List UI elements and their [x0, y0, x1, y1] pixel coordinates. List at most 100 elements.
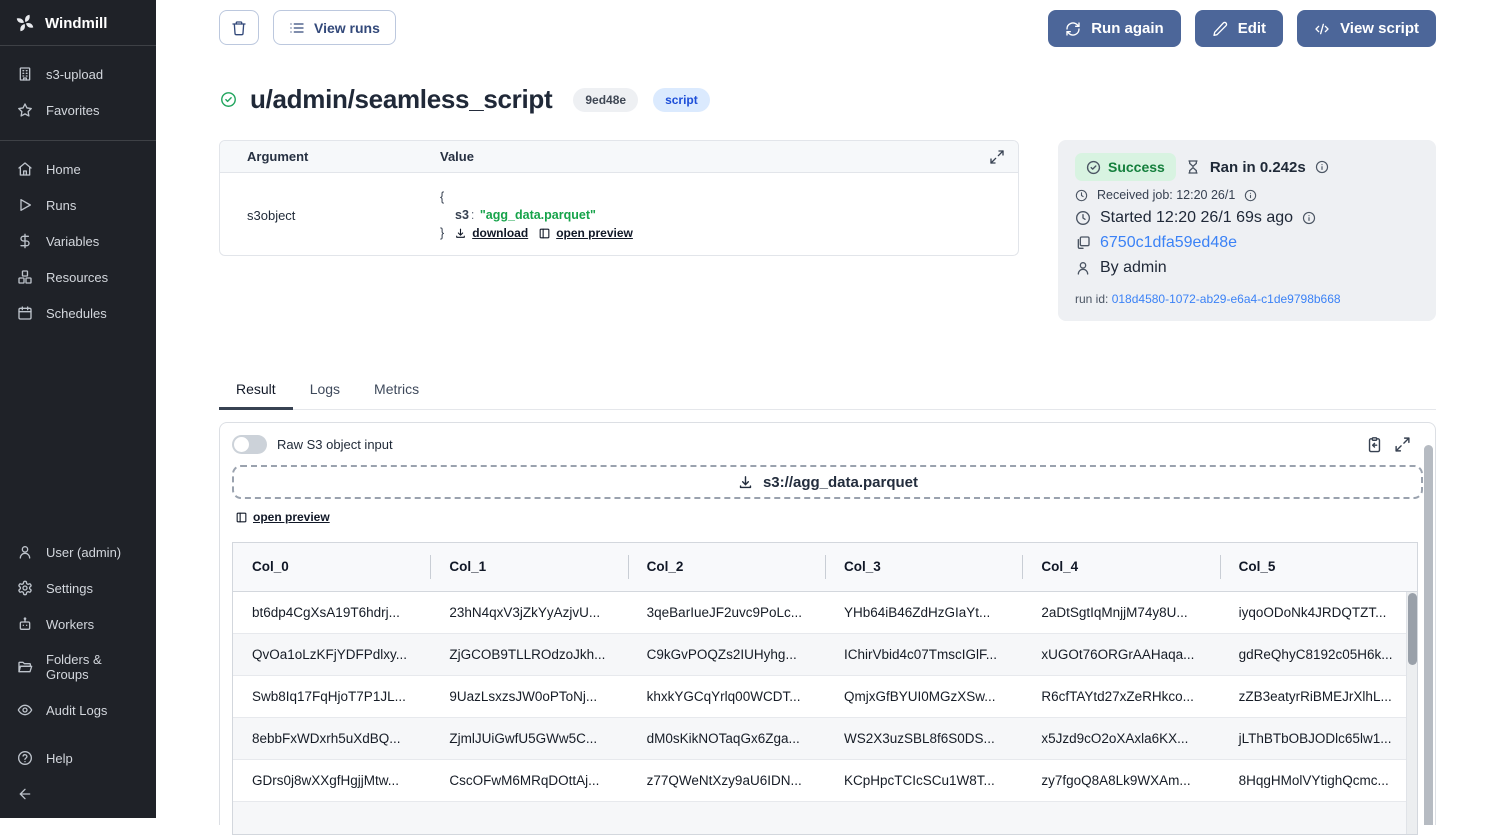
clock-icon	[1075, 189, 1088, 202]
sidebar-item-favorites[interactable]: Favorites	[0, 92, 156, 128]
worker-id-link[interactable]: 6750c1dfa59ed48e	[1100, 234, 1237, 252]
sidebar-item-label: User (admin)	[46, 545, 121, 560]
sidebar-item-label: Favorites	[46, 103, 99, 118]
trash-icon	[231, 20, 247, 36]
column-header[interactable]: Col_0	[233, 559, 430, 574]
table-row: GDrs0j8wXXgfHgjjMtw... CscOFwM6MRqDOttAj…	[233, 760, 1417, 802]
status-label: Success	[1108, 159, 1165, 175]
delete-run-button[interactable]	[219, 10, 259, 45]
star-icon	[17, 102, 33, 118]
copy-result-icon[interactable]	[1366, 436, 1383, 453]
column-header[interactable]: Col_2	[628, 559, 825, 574]
raw-s3-toggle[interactable]	[232, 435, 267, 454]
table-cell: QvOa1oLzKFjYDFPdlxy...	[233, 647, 430, 662]
table-cell: CscOFwM6MRqDOttAj...	[430, 773, 627, 788]
info-icon[interactable]	[1315, 160, 1329, 174]
expand-result-icon[interactable]	[1394, 436, 1411, 453]
expand-arguments-button[interactable]	[989, 149, 1018, 165]
sidebar-item-variables[interactable]: Variables	[0, 223, 156, 259]
view-script-button[interactable]: View script	[1297, 10, 1436, 47]
run-id-line: run id: 018d4580-1072-ab29-e6a4-c1de9798…	[1075, 292, 1419, 306]
sidebar-item-help[interactable]: Help	[0, 740, 156, 776]
sidebar-item-folders-groups[interactable]: Folders & Groups	[0, 642, 156, 692]
tab-logs[interactable]: Logs	[293, 372, 357, 410]
table-row: QvOa1oLzKFjYDFPdlxy... ZjGCOB9TLLROdzoJk…	[233, 634, 1417, 676]
info-icon[interactable]	[1302, 211, 1316, 225]
dollar-icon	[17, 233, 33, 249]
run-info-panel: Success Ran in 0.242s	[1058, 140, 1436, 321]
hourglass-icon	[1185, 159, 1201, 175]
table-cell: 9UazLsxzsJW0oPToNj...	[430, 689, 627, 704]
sidebar-item-label: Workers	[46, 617, 94, 632]
sidebar-item-label: Variables	[46, 234, 99, 249]
sidebar-item-label: Home	[46, 162, 81, 177]
table-cell: ZjmlJUiGwfU5GWw5C...	[430, 731, 627, 746]
column-header[interactable]: Col_4	[1022, 559, 1219, 574]
column-header[interactable]: Col_5	[1220, 559, 1417, 574]
sidebar-item-label: Resources	[46, 270, 108, 285]
run-again-button[interactable]: Run again	[1048, 10, 1181, 47]
table-row: Swb8Iq17FqHjoT7P1JL... 9UazLsxzsJW0oPToN…	[233, 676, 1417, 718]
table-cell: jLThBTbOBJODlc65lw1...	[1220, 731, 1417, 746]
sidebar-item-label: Schedules	[46, 306, 107, 321]
user-icon	[1075, 260, 1091, 276]
tab-metrics[interactable]: Metrics	[357, 372, 436, 410]
result-panel-scrollbar[interactable]	[1424, 445, 1433, 825]
table-scrollbar-track[interactable]	[1406, 592, 1417, 834]
table-cell: KCpHpcTCIcSCu1W8T...	[825, 773, 1022, 788]
sidebar-item-label: Audit Logs	[46, 703, 107, 718]
sidebar-item-user[interactable]: User (admin)	[0, 534, 156, 570]
sidebar-main-group: Home Runs Variables Res	[0, 140, 156, 343]
main-content: View runs Run again Edit	[156, 0, 1493, 825]
table-cell: iyqoODoNk4JRDQTZT...	[1220, 605, 1417, 620]
sidebar-item-runs[interactable]: Runs	[0, 187, 156, 223]
table-cell: WS2X3uzSBL8f6S0DS...	[825, 731, 1022, 746]
table-cell: xUGOt76ORGrAAHaqa...	[1022, 647, 1219, 662]
run-id-label: run id:	[1075, 292, 1108, 306]
open-preview-link[interactable]: open preview	[538, 224, 633, 242]
sidebar-item-workers[interactable]: Workers	[0, 606, 156, 642]
gear-icon	[17, 580, 33, 596]
folder-icon	[17, 659, 33, 675]
sidebar-item-schedules[interactable]: Schedules	[0, 295, 156, 331]
sidebar-item-label: Runs	[46, 198, 76, 213]
brand[interactable]: Windmill	[0, 0, 156, 46]
code-icon	[1314, 21, 1330, 37]
s3-file-download-button[interactable]: s3://agg_data.parquet	[232, 465, 1423, 499]
download-link[interactable]: download	[454, 224, 528, 242]
table-cell: 8ebbFxWDxrh5uXdBQ...	[233, 731, 430, 746]
table-cell: 2aDtSgtIqMnjjM74y8U...	[1022, 605, 1219, 620]
table-cell: R6cfTAYtd27xZeRHkco...	[1022, 689, 1219, 704]
started-text: Started 12:20 26/1 69s ago	[1100, 209, 1293, 227]
boxes-icon	[17, 269, 33, 285]
view-runs-button[interactable]: View runs	[273, 10, 396, 45]
brand-name: Windmill	[45, 15, 107, 32]
table-cell: dM0sKikNOTaqGx6Zga...	[628, 731, 825, 746]
sidebar-item-audit-logs[interactable]: Audit Logs	[0, 692, 156, 728]
column-header[interactable]: Col_3	[825, 559, 1022, 574]
table-cell: z77QWeNtXzy9aU6IDN...	[628, 773, 825, 788]
run-id-link[interactable]: 018d4580-1072-ab29-e6a4-c1de9798b668	[1112, 292, 1341, 306]
argument-row: s3object { s3: "agg_data.parquet" }	[220, 173, 1018, 255]
sidebar-item-settings[interactable]: Settings	[0, 570, 156, 606]
info-icon[interactable]	[1244, 189, 1257, 202]
column-header[interactable]: Col_1	[430, 559, 627, 574]
sidebar-item-s3-upload[interactable]: s3-upload	[0, 56, 156, 92]
table-cell: 23hN4qxV3jZkYyAzjvU...	[430, 605, 627, 620]
table-cell: zy7fgoQ8A8Lk9WXAm...	[1022, 773, 1219, 788]
table-cell: YHb64iB46ZdHzGIaYt...	[825, 605, 1022, 620]
table-scrollbar-thumb[interactable]	[1408, 593, 1417, 665]
tab-result[interactable]: Result	[219, 372, 293, 410]
table-row: 8ebbFxWDxrh5uXdBQ... ZjmlJUiGwfU5GWw5C..…	[233, 718, 1417, 760]
edit-button[interactable]: Edit	[1195, 10, 1283, 47]
help-icon	[17, 750, 33, 766]
sidebar-item-resources[interactable]: Resources	[0, 259, 156, 295]
sidebar-footer: Help	[0, 740, 156, 818]
status-badge: Success	[1075, 153, 1176, 181]
collapse-sidebar-button[interactable]	[0, 776, 156, 812]
open-preview-link[interactable]: open preview	[235, 510, 330, 524]
sidebar-item-home[interactable]: Home	[0, 151, 156, 187]
json-key: s3	[455, 208, 469, 222]
success-check-icon	[220, 91, 237, 108]
argument-name: s3object	[220, 208, 440, 223]
